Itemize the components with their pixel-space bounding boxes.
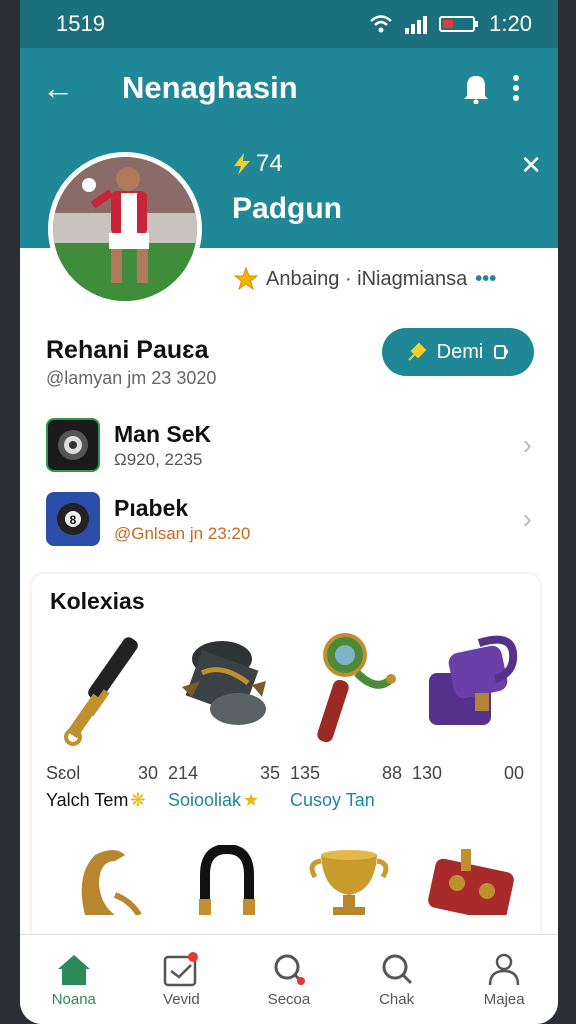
game-subtitle: Ω920, 2235 bbox=[114, 449, 203, 469]
collection-item[interactable] bbox=[412, 845, 530, 915]
nav-home[interactable]: Noana bbox=[29, 951, 119, 1008]
status-bar: 1519 1:20 bbox=[20, 0, 558, 48]
coin-icon: ❋ bbox=[130, 790, 146, 810]
item-stat-1: 130 bbox=[412, 763, 443, 783]
demi-label: Demi bbox=[436, 340, 484, 363]
nav-chat[interactable]: Chak bbox=[352, 951, 442, 1008]
collection-item[interactable]: Sɛol 30 Yalch Tem ❋ bbox=[46, 623, 164, 811]
collection-title: Kolexias bbox=[50, 588, 145, 614]
horn-icon bbox=[81, 850, 142, 915]
nav-label: Majea bbox=[483, 991, 525, 1008]
nav-search[interactable]: Secoa bbox=[244, 951, 334, 1008]
pin-icon bbox=[407, 342, 427, 361]
home-icon bbox=[57, 955, 90, 985]
collection-item[interactable] bbox=[46, 845, 164, 915]
item-name: Yalch Tem bbox=[46, 790, 129, 810]
more-vert-icon[interactable] bbox=[496, 73, 536, 103]
wifi-icon bbox=[370, 15, 393, 33]
scepter-icon bbox=[317, 633, 396, 743]
svg-text:8: 8 bbox=[70, 513, 77, 527]
game-subtitle: @Gnlsan jn 23:20 bbox=[114, 523, 251, 543]
item-stat-1: 135 bbox=[290, 763, 321, 783]
collection-item[interactable]: 214 35 Soiooliak ★ bbox=[168, 623, 286, 811]
bell-icon[interactable] bbox=[456, 72, 496, 104]
item-stat-1: Sɛol bbox=[46, 763, 81, 783]
collection-item[interactable] bbox=[168, 845, 286, 915]
status-time-left: 1519 bbox=[56, 11, 105, 36]
search-icon bbox=[274, 954, 305, 985]
item-name: Soiooliak bbox=[168, 790, 242, 810]
item-stat-2: 35 bbox=[259, 763, 280, 783]
horseshoe-icon bbox=[199, 845, 255, 915]
close-icon[interactable]: ✕ bbox=[520, 150, 542, 181]
game-title: Man SeK bbox=[114, 420, 212, 447]
score-value: 74 bbox=[256, 150, 283, 177]
bolt-icon bbox=[234, 153, 250, 175]
trophy-icon bbox=[309, 850, 389, 915]
star-icon bbox=[234, 267, 258, 291]
nav-label: Chak bbox=[379, 991, 415, 1008]
profile-name: Rehani Pauɛa bbox=[46, 336, 209, 364]
nav-label: Vevid bbox=[163, 991, 200, 1008]
nav-video[interactable]: Vevid bbox=[136, 951, 226, 1008]
game-eight-ball-icon: 8 bbox=[46, 492, 100, 546]
chat-search-icon bbox=[382, 954, 412, 985]
back-arrow-icon[interactable]: ← bbox=[42, 70, 92, 107]
games-list: Man SeK Ω920, 2235 › 8 Pıabek @Gnlsan jn… bbox=[20, 408, 558, 556]
video-inbox-icon bbox=[164, 952, 199, 987]
chevron-right-icon: › bbox=[522, 503, 532, 534]
banner-score: 74 bbox=[232, 150, 283, 178]
bottom-nav: Noana Vevid Secoa Chak Majea bbox=[20, 934, 558, 1024]
sword-hilt-icon bbox=[64, 637, 138, 746]
item-stat-2: 30 bbox=[137, 763, 158, 783]
list-item[interactable]: Man SeK Ω920, 2235 › bbox=[20, 408, 558, 482]
phone-screen: 1519 1:20 ← Nenaghasin 74 Padgun ✕ Anbai… bbox=[20, 0, 558, 1024]
avatar[interactable] bbox=[48, 152, 202, 306]
signal-icon bbox=[405, 16, 428, 34]
nav-profile[interactable]: Majea bbox=[459, 951, 549, 1008]
status-time-right: 1:20 bbox=[489, 11, 532, 36]
treasure-chest-icon bbox=[428, 849, 514, 915]
game-speaker-icon bbox=[46, 418, 100, 472]
game-title: Pıabek bbox=[114, 494, 189, 521]
demi-button[interactable]: Demi bbox=[382, 328, 534, 376]
app-bar: ← Nenaghasin bbox=[20, 48, 558, 128]
page-title: Nenaghasin bbox=[122, 70, 298, 105]
battery-icon bbox=[439, 16, 479, 32]
barrel-icon bbox=[182, 641, 266, 725]
cup-icon bbox=[494, 345, 509, 359]
item-stat-1: 214 bbox=[168, 763, 199, 783]
rank-text: Anbaing · iNiagmiansa bbox=[266, 267, 468, 290]
collection-item[interactable]: 135 88 Cusoy Tan bbox=[290, 623, 408, 811]
item-stat-2: 00 bbox=[503, 763, 524, 783]
banner-name: Padgun bbox=[232, 192, 342, 225]
item-stat-2: 88 bbox=[381, 763, 402, 783]
collection-item[interactable] bbox=[290, 845, 408, 915]
list-item[interactable]: 8 Pıabek @Gnlsan jn 23:20 › bbox=[20, 482, 558, 556]
nav-label: Noana bbox=[51, 991, 96, 1008]
person-icon bbox=[488, 953, 520, 986]
collection-item[interactable]: 130 00 bbox=[412, 623, 530, 811]
rank-more-icon[interactable]: ••• bbox=[475, 268, 496, 291]
star-icon: ★ bbox=[243, 790, 260, 810]
rank-bar: Anbaing · iNiagmiansa ••• bbox=[220, 258, 558, 300]
box-icon bbox=[429, 635, 518, 725]
item-name: Cusoy Tan bbox=[290, 790, 375, 810]
nav-label: Secoa bbox=[267, 991, 311, 1008]
profile-handle: @lamyan jm 23 3020 bbox=[46, 368, 217, 388]
chevron-right-icon: › bbox=[522, 429, 532, 460]
